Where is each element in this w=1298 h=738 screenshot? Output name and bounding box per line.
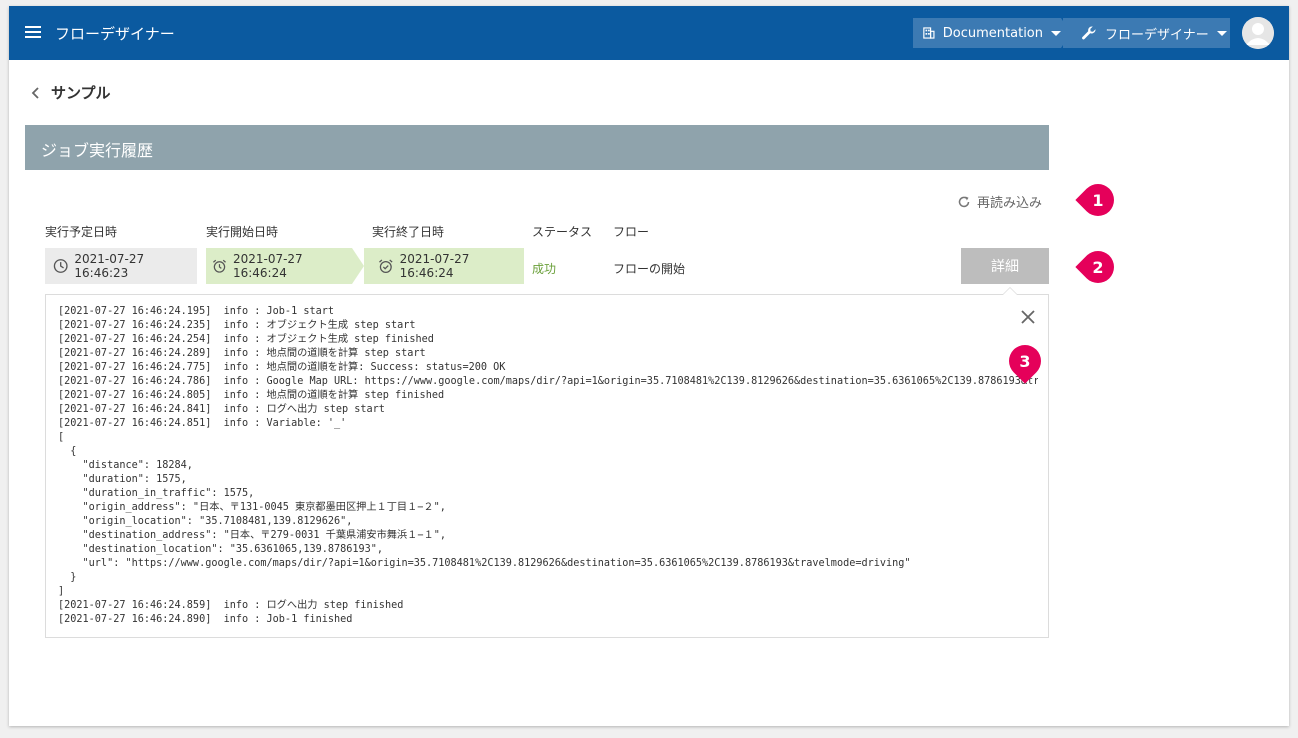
breadcrumb-documentation-label: Documentation [942,25,1043,41]
log-line: "duration_in_traffic": 1575, [82,488,255,499]
section-header: ジョブ実行履歴 [25,125,1049,170]
close-icon[interactable] [1018,307,1038,327]
column-header-ended: 実行終了日時 [372,225,445,239]
scheduled-time-cell: 2021-07-27 16:46:23 [45,248,197,284]
start-time-cell: 2021-07-27 16:46:24 [206,248,352,284]
log-line: "url": "https://www.google.com/maps/dir/… [82,558,911,569]
column-header-flow: フロー [613,225,650,239]
reload-label: 再読み込み [977,196,1043,211]
log-line: [2021-07-27 16:46:24.195] info : Job-1 s… [58,306,335,317]
log-line: [2021-07-27 16:46:24.254] info : オブジェクト生… [58,334,434,345]
log-line: [2021-07-27 16:46:24.786] info : Google … [58,376,1038,387]
breadcrumb-flow-designer[interactable]: フローデザイナー [1063,18,1230,48]
alarm-icon [213,259,226,273]
breadcrumb-documentation[interactable]: Documentation [913,18,1061,48]
top-bar: フローデザイナー Documentation フローデザイナー [9,6,1289,60]
status-badge: 成功 [532,262,557,276]
annotation-marker-2: 2 [1092,257,1104,277]
log-line: [2021-07-27 16:46:24.859] info : ログへ出力 s… [58,600,404,611]
wrench-icon [1082,26,1096,40]
clock-icon [53,259,68,273]
log-panel: [2021-07-27 16:46:24.195] info : Job-1 s… [45,287,1049,638]
annotation-marker-1: 1 [1092,190,1104,210]
breadcrumb-flow-designer-label: フローデザイナー [1105,27,1209,43]
log-line: "destination_address": "日本、〒279-0031 千葉県… [82,530,446,541]
log-line: { [70,446,77,457]
log-line: [2021-07-27 16:46:24.890] info : Job-1 f… [58,614,353,625]
avatar-icon[interactable] [1242,17,1274,49]
app-window: フローデザイナー Documentation フローデザイナー サンプル ジョブ… [9,6,1289,726]
building-icon [923,27,935,39]
log-line: "origin_location": "35.7108481,139.81296… [82,516,353,527]
log-line: [2021-07-27 16:46:24.841] info : ログへ出力 s… [58,404,385,415]
start-cell-arrow [352,248,364,284]
detail-button[interactable]: 詳細 [961,248,1049,284]
annotation-marker-3: 3 [1019,351,1031,371]
reload-button[interactable]: 再読み込み [957,192,1042,211]
log-line: [2021-07-27 16:46:24.775] info : 地点間の道順を… [58,362,506,373]
flow-name: フローの開始 [613,262,686,276]
menu-icon[interactable] [25,26,41,40]
log-line: "distance": 18284, [82,460,193,471]
scheduled-time: 2021-07-27 16:46:23 [74,252,145,280]
log-line: [ [58,432,65,443]
log-line: "destination_location": "35.6361065,139.… [82,544,384,555]
page-title: サンプル [51,84,111,102]
log-line: "duration": 1575, [82,474,187,485]
start-time: 2021-07-27 16:46:24 [232,252,303,280]
back-link[interactable]: サンプル [31,82,111,103]
refresh-icon [958,196,970,207]
end-time-cell: 2021-07-27 16:46:24 [364,248,524,284]
log-line: [2021-07-27 16:46:24.805] info : 地点間の道順を… [58,390,445,401]
log-line: } [70,572,77,583]
end-time: 2021-07-27 16:46:24 [399,252,470,280]
alarm-check-icon [379,259,393,273]
column-header-status: ステータス [532,225,593,239]
chevron-left-icon [31,86,39,99]
app-title: フローデザイナー [55,25,175,43]
column-header-scheduled: 実行予定日時 [45,225,118,239]
log-line: "origin_address": "日本、〒131-0045 東京都墨田区押上… [82,502,446,513]
log-line: ] [58,586,65,597]
log-text: [2021-07-27 16:46:24.195] info : Job-1 s… [58,305,1038,635]
log-line: [2021-07-27 16:46:24.289] info : 地点間の道順を… [58,348,426,359]
column-header-started: 実行開始日時 [206,225,279,239]
caret-down-icon [1051,30,1061,36]
log-line: [2021-07-27 16:46:24.851] info : Variabl… [58,418,347,429]
log-line: [2021-07-27 16:46:24.235] info : オブジェクト生… [58,320,416,331]
caret-down-icon [1216,30,1227,36]
